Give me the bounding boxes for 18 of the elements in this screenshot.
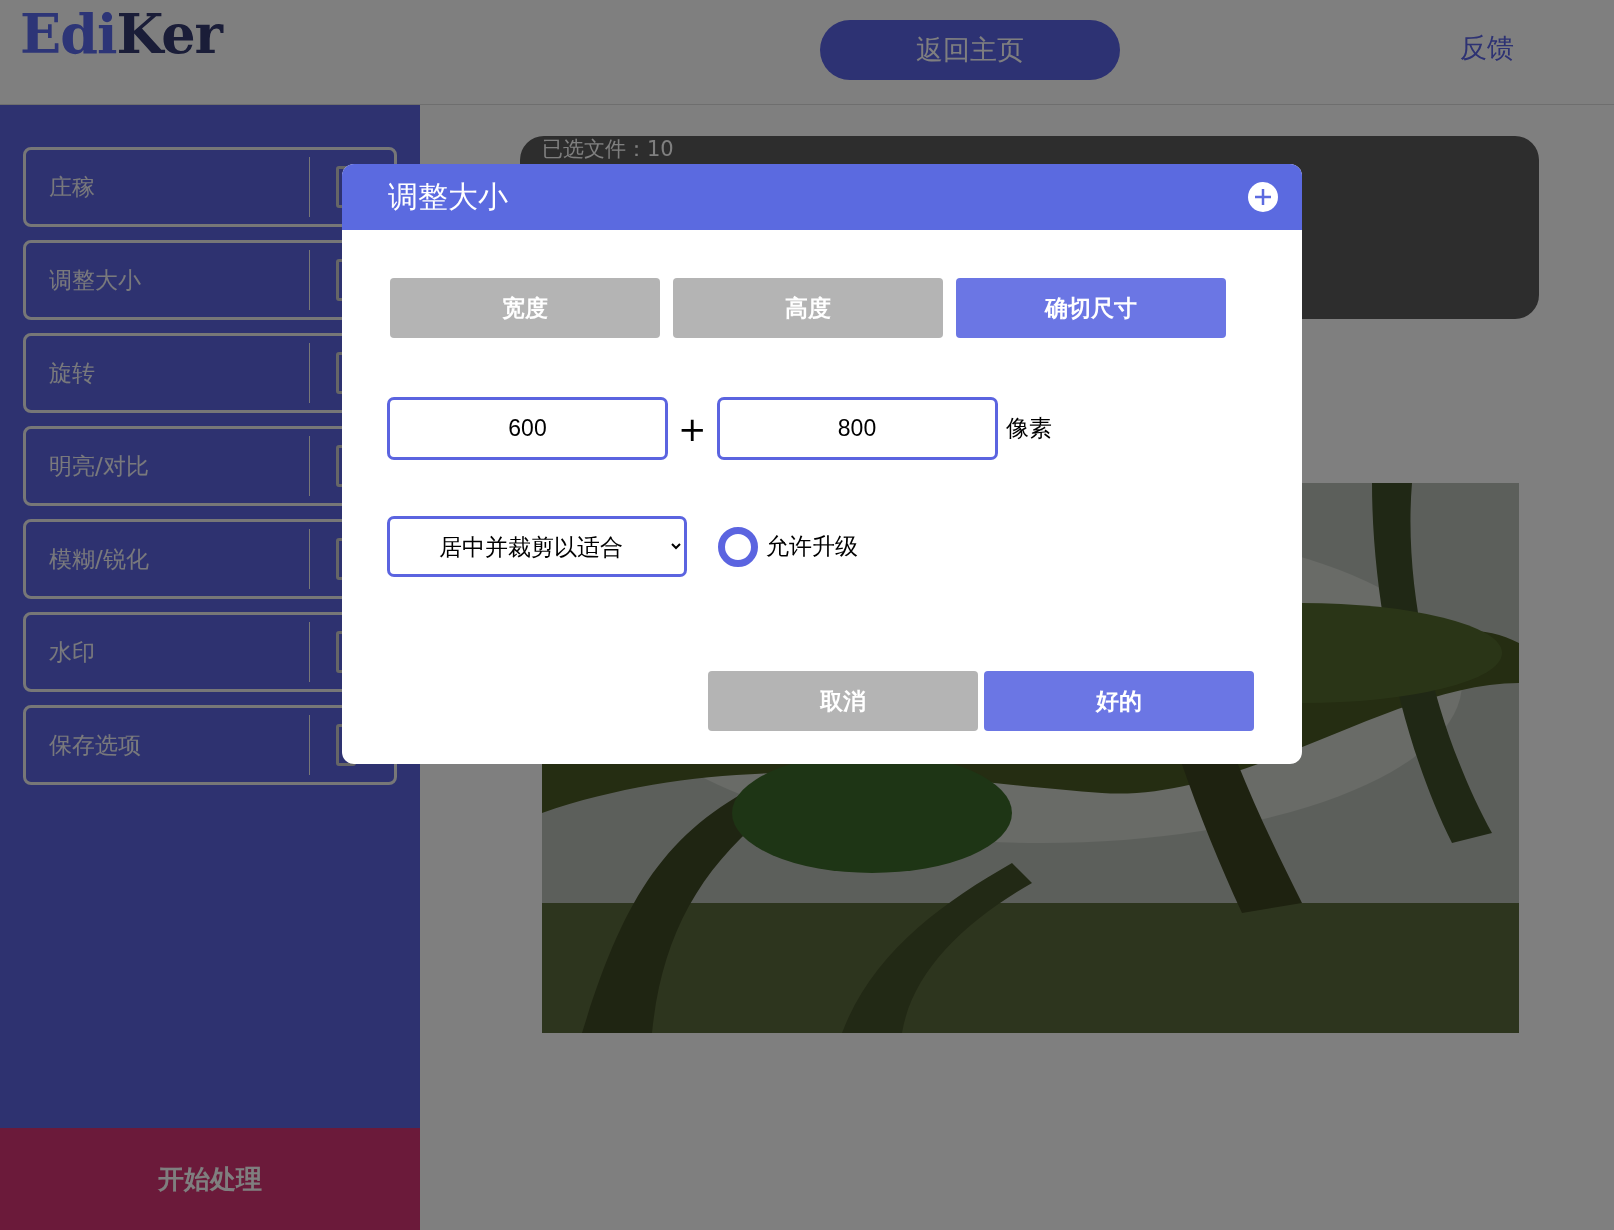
mode-tab[interactable]: 确切尺寸 [956,278,1226,338]
unit-label: 像素 [1005,414,1052,443]
mode-tab[interactable]: 宽度 [390,278,660,338]
feedback-link[interactable]: 反馈 [1460,30,1514,66]
cancel-button[interactable]: 取消 [708,671,978,731]
width-field[interactable]: 600 [387,397,668,460]
plus-circle-icon[interactable] [1248,182,1278,212]
logo[interactable]: EdiKer [20,2,320,66]
fit-select[interactable]: 居中并裁剪以适合 [387,516,687,577]
mode-tab[interactable]: 高度 [673,278,943,338]
start-button[interactable]: 开始处理 [0,1128,420,1230]
home-button[interactable]: 返回主页 [820,20,1120,80]
upscale-radio[interactable] [718,526,758,567]
file-count: 已选文件：10 [542,136,674,162]
height-field[interactable]: 800 [716,397,998,460]
separator-sign: + [678,408,707,449]
upscale-label: 允许升级 [766,532,858,561]
ok-button[interactable]: 好的 [984,671,1254,731]
